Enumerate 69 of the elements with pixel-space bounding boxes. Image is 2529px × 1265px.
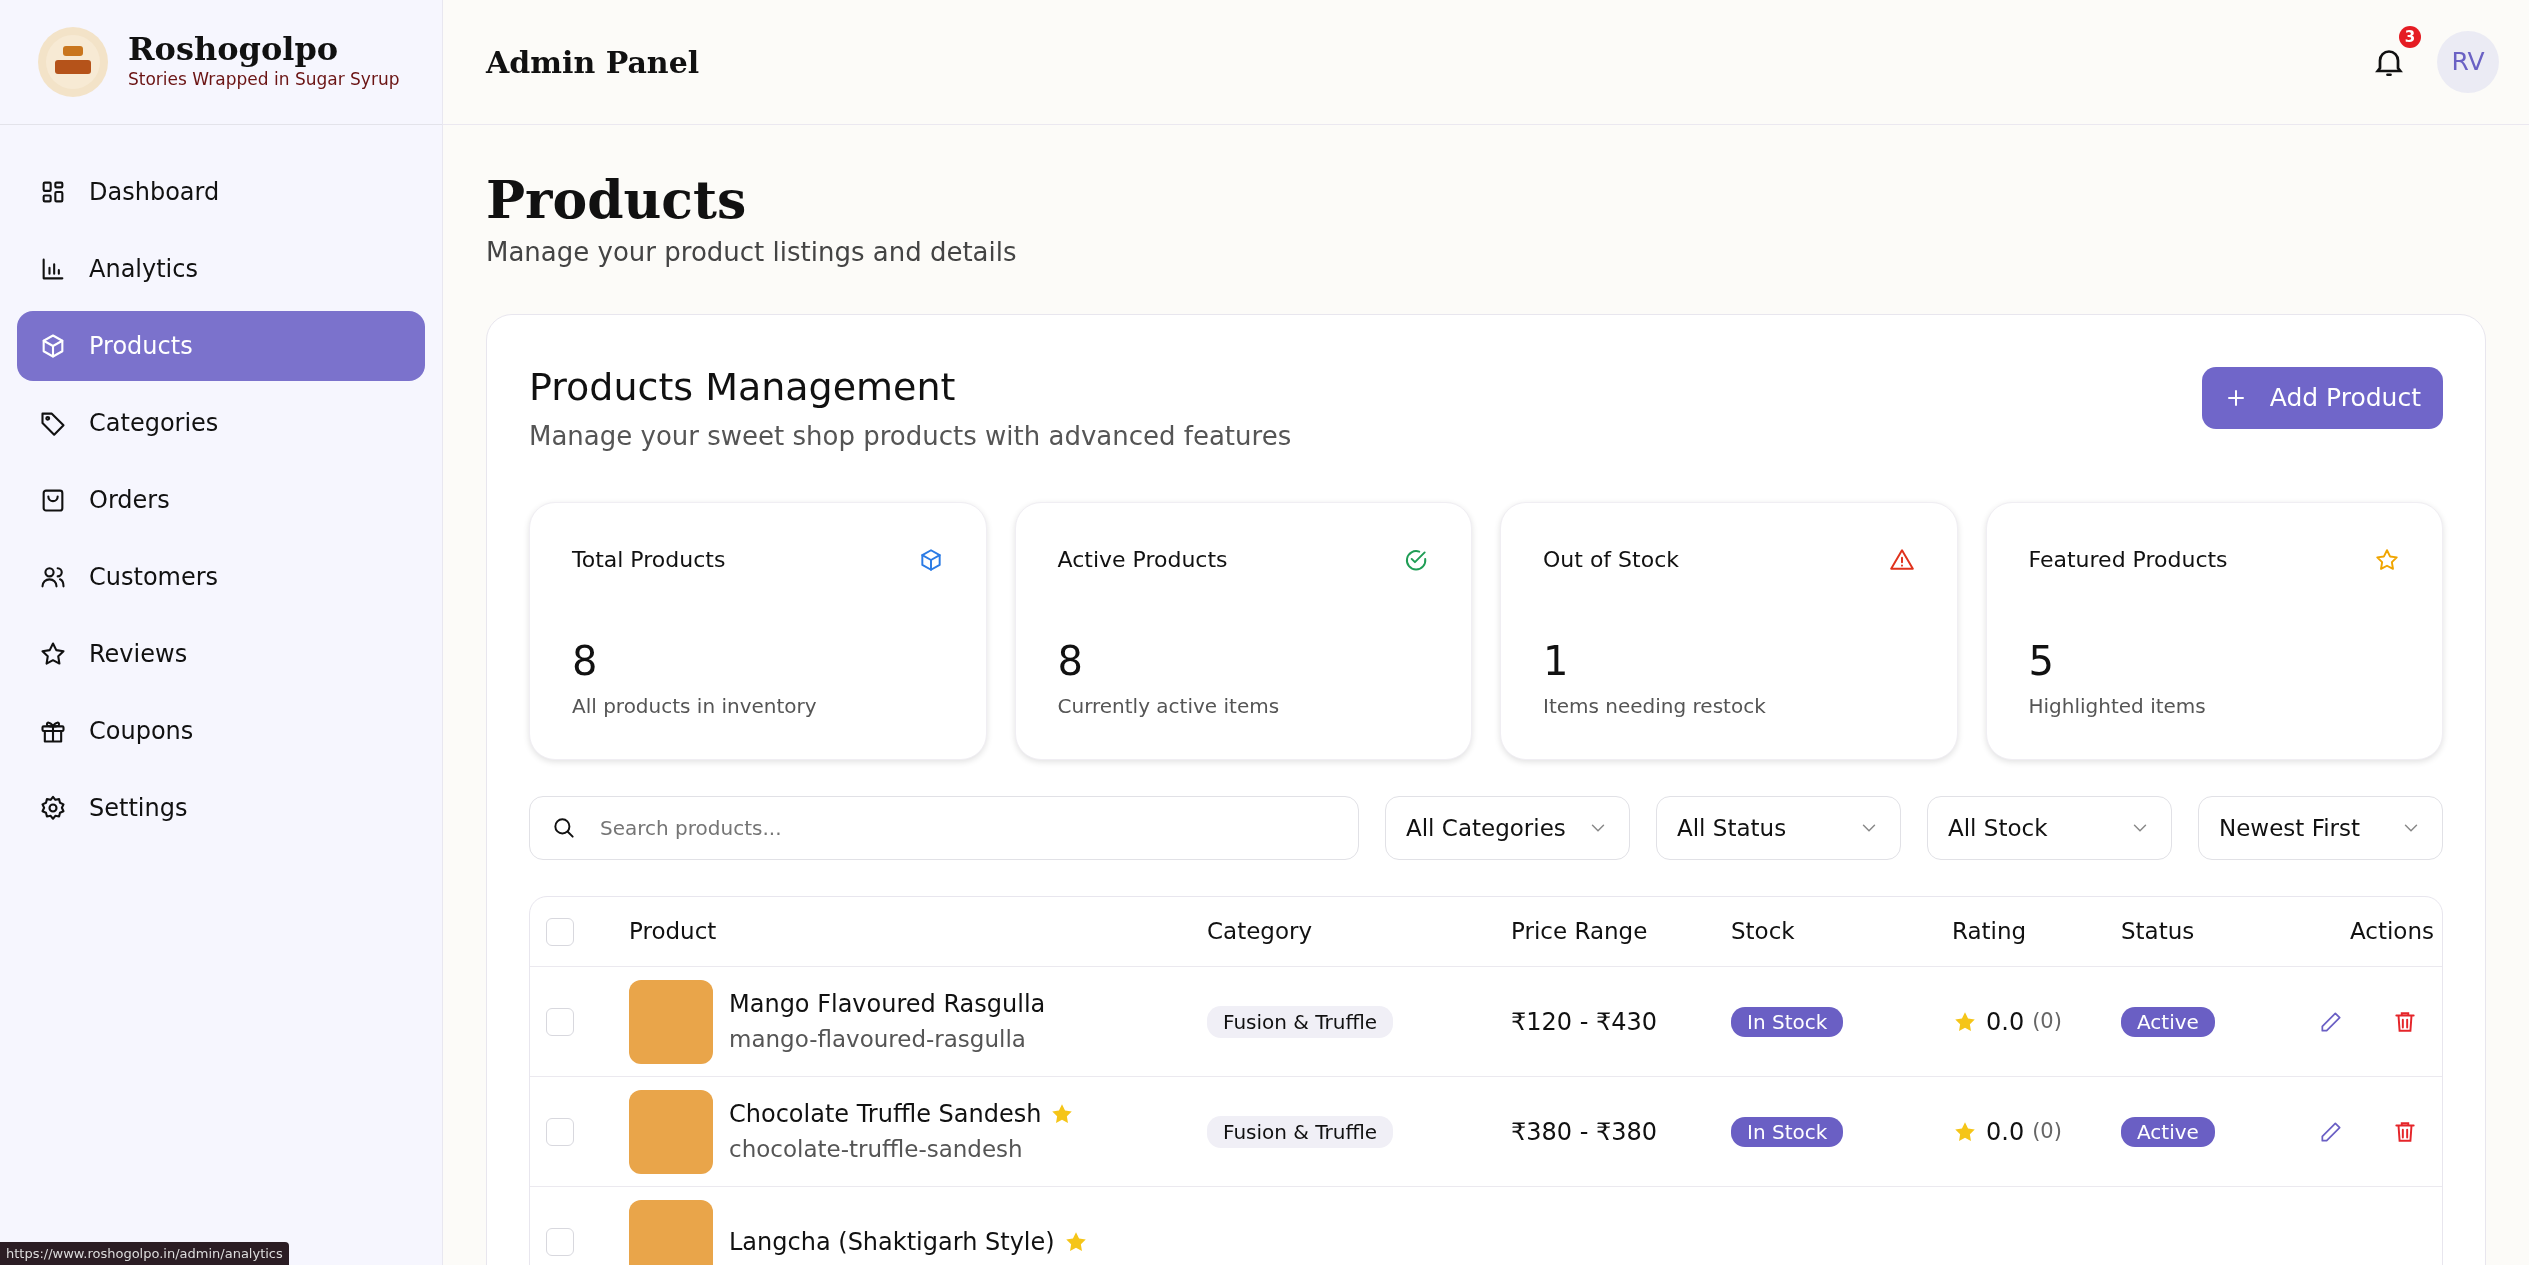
- product-slug: mango-flavoured-rasgulla: [729, 1025, 1027, 1055]
- column-header: Actions: [2350, 918, 2434, 945]
- status-badge: Active: [2121, 1006, 2215, 1037]
- notification-badge: 3: [2399, 26, 2421, 48]
- link-status-url: https://www.roshogolpo.in/admin/analytics: [0, 1241, 289, 1265]
- nav-item[interactable]: Customers: [17, 542, 425, 612]
- select-all-checkbox[interactable]: [546, 917, 574, 946]
- stat-note: Items needing restock: [1543, 693, 1767, 721]
- product-name: Chocolate Truffle Sandesh: [729, 1099, 1042, 1131]
- brand-tagline: Stories Wrapped in Sugar Syrup: [128, 67, 400, 91]
- category-tag: Fusion & Truffle: [1207, 1005, 1394, 1038]
- stat-value: 8: [572, 639, 599, 684]
- nav-item[interactable]: Categories: [17, 388, 425, 458]
- row-checkbox[interactable]: [546, 1007, 574, 1036]
- stat-note: Highlighted items: [2028, 693, 2207, 721]
- nav-item[interactable]: Reviews: [17, 619, 425, 689]
- column-header: Price Range: [1511, 918, 1648, 945]
- filter-dropdown[interactable]: All Stock: [1927, 796, 2172, 861]
- settings-icon: [39, 794, 67, 822]
- stat-note: All products in inventory: [572, 693, 818, 721]
- page-subtitle: Manage your product listings and details: [486, 236, 1018, 270]
- brand-name: Roshogolpo: [128, 31, 340, 67]
- warning-icon: [1888, 546, 1915, 573]
- section-subtitle: Manage your sweet shop products with advanced features: [529, 420, 1292, 454]
- column-header: Rating: [1952, 918, 2027, 945]
- row-checkbox[interactable]: [546, 1117, 574, 1146]
- column-header: Status: [2121, 918, 2195, 945]
- filter-dropdown[interactable]: All Status: [1656, 796, 1901, 861]
- row-checkbox[interactable]: [546, 1227, 574, 1256]
- product-slug: chocolate-truffle-sandesh: [729, 1135, 1024, 1165]
- stock-badge: In Stock: [1731, 1116, 1844, 1147]
- rating-value: 0.0: [1986, 1116, 2025, 1148]
- filter-dropdown[interactable]: Newest First: [2198, 796, 2443, 861]
- stat-value: 5: [2028, 639, 2055, 684]
- stat-note: Currently active items: [1057, 693, 1281, 721]
- status-badge: Active: [2121, 1116, 2215, 1147]
- stat-label: Active Products: [1057, 546, 1228, 575]
- price-range: ₹120 - ₹430: [1511, 1007, 1658, 1036]
- search-field[interactable]: Search products...: [529, 796, 1359, 861]
- nav-item[interactable]: Orders: [17, 465, 425, 535]
- header-title: Admin Panel: [486, 43, 700, 82]
- column-header: Category: [1207, 918, 1313, 945]
- stat-value: 8: [1057, 639, 1084, 684]
- user-avatar[interactable]: RV: [2437, 31, 2499, 93]
- nav-item[interactable]: Products: [17, 311, 425, 381]
- page-title: Products: [486, 169, 748, 232]
- add-product-button[interactable]: Add Product: [2201, 367, 2443, 429]
- category-tag: Fusion & Truffle: [1207, 1115, 1394, 1148]
- star-icon: [2374, 546, 2400, 573]
- stat-label: Out of Stock: [1543, 546, 1679, 575]
- nav-item[interactable]: Dashboard: [17, 157, 425, 227]
- product-name: Langcha (Shaktigarh Style): [729, 1226, 1055, 1258]
- product-name: Mango Flavoured Rasgulla: [729, 989, 1046, 1021]
- nav-item[interactable]: Settings: [17, 773, 425, 843]
- column-header: Stock: [1731, 918, 1795, 945]
- rating-value: 0.0: [1986, 1006, 2025, 1038]
- stat-label: Total Products: [572, 546, 726, 575]
- stat-value: 1: [1543, 639, 1570, 684]
- review-count: (0): [2032, 1117, 2062, 1145]
- review-count: (0): [2032, 1007, 2062, 1035]
- price-range: ₹380 - ₹380: [1511, 1117, 1658, 1146]
- star-icon: [39, 640, 67, 668]
- nav-item[interactable]: Coupons: [17, 696, 425, 766]
- filter-dropdown[interactable]: All Categories: [1385, 796, 1630, 861]
- stat-label: Featured Products: [2028, 546, 2228, 575]
- column-header: Product: [629, 918, 717, 945]
- stock-badge: In Stock: [1731, 1006, 1844, 1037]
- nav-item[interactable]: Analytics: [17, 234, 425, 304]
- section-title: Products Management: [529, 367, 957, 410]
